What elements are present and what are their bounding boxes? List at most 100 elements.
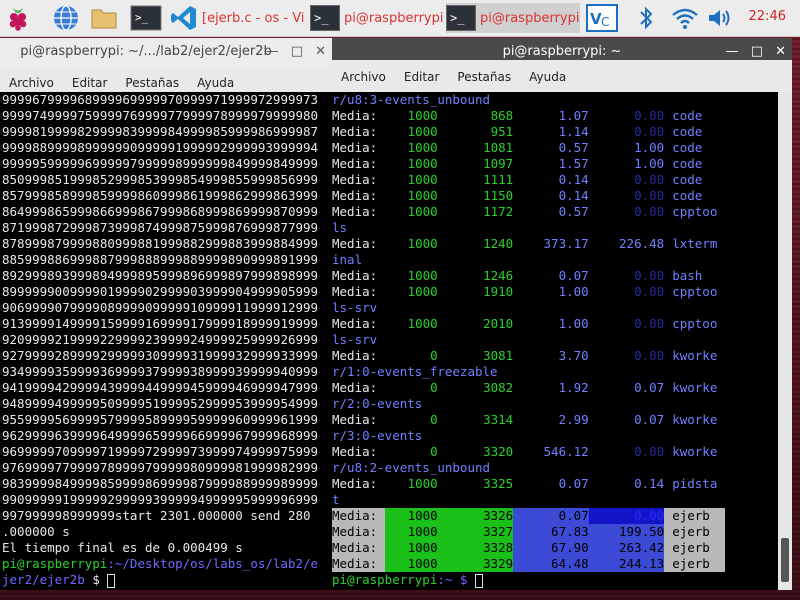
- web-browser-icon[interactable]: [52, 4, 80, 32]
- taskbar: >_ [ejerb.c - os - Vi... >_ pi@raspberry…: [0, 0, 800, 37]
- col-name: kworke: [672, 380, 718, 395]
- right-window-title: pi@raspberrypi: ~: [502, 44, 622, 59]
- menu-archivo[interactable]: Archivo: [0, 76, 63, 90]
- process-row: Media: 1000 3329 64.48 244.13 ejerb: [332, 556, 778, 572]
- col-label: Media:: [332, 524, 385, 540]
- menu-pestanas[interactable]: Pestañas: [448, 70, 520, 84]
- wrapped-line: inal: [332, 252, 778, 268]
- prompt-user: pi@raspberrypi: [2, 556, 108, 571]
- menu-pestanas[interactable]: Pestañas: [116, 76, 188, 90]
- col-pid: 3325: [483, 476, 514, 491]
- menu-ayuda[interactable]: Ayuda: [188, 76, 243, 90]
- col-a: 0.07: [513, 508, 589, 524]
- col-n: 0: [430, 444, 438, 459]
- terminal-line: El tiempo final es de 0.000499 s: [2, 540, 243, 555]
- menu-editar[interactable]: Editar: [63, 76, 117, 90]
- col-n: 1000: [384, 540, 438, 556]
- terminal-prompt-cont: jer2/ejer2b $: [2, 572, 332, 588]
- col-name: cpptoo: [672, 316, 718, 331]
- col-pid: 1081: [483, 140, 514, 155]
- vnc-icon[interactable]: V C: [586, 4, 618, 32]
- bluetooth-icon[interactable]: [636, 4, 656, 32]
- process-name-cont: ls: [332, 220, 348, 235]
- taskbar-terminal-task-1[interactable]: >_ pi@raspberrypi: ...: [310, 3, 444, 33]
- right-scrollbar[interactable]: [778, 92, 792, 590]
- clock[interactable]: 22:46: [749, 9, 786, 24]
- col-b: 0.00: [634, 188, 665, 203]
- col-name: pidsta: [672, 476, 718, 491]
- process-row: Media: 1000 1111 0.14 0.00 code: [332, 172, 778, 188]
- left-terminal-output[interactable]: 9999679999689999699999709999719999729999…: [0, 92, 332, 590]
- menu-archivo[interactable]: Archivo: [332, 70, 395, 84]
- process-name-cont: r/u8:2-events_unbound: [332, 460, 491, 475]
- terminal-line: 9279999289999299999309999319999329999339…: [2, 348, 319, 363]
- col-label: Media:: [332, 268, 378, 283]
- col-pid: 3320: [483, 444, 514, 459]
- process-row: Media: 1000 951 1.14 0.00 code: [332, 124, 778, 140]
- terminal-prompt: pi@raspberrypi:~ $: [332, 572, 778, 588]
- wrapped-line: r/u8:3-events_unbound: [332, 92, 778, 108]
- col-name: bash: [672, 268, 703, 283]
- col-name: code: [672, 188, 703, 203]
- taskbar-vscode-task[interactable]: [ejerb.c - os - Vi...: [170, 3, 306, 33]
- wifi-icon[interactable]: [670, 4, 700, 32]
- col-pid: 1097: [483, 156, 514, 171]
- col-a: 67.83: [513, 524, 589, 540]
- col-name: code: [672, 140, 703, 155]
- col-b: 0.00: [634, 348, 665, 363]
- left-titlebar[interactable]: pi@raspberrypi: ~/.../lab2/ejer2/ejer2b …: [0, 38, 332, 66]
- menu-editar[interactable]: Editar: [395, 70, 449, 84]
- col-b: 263.42: [588, 540, 665, 556]
- minimize-icon[interactable]: —: [266, 38, 279, 66]
- file-manager-icon[interactable]: [90, 4, 118, 32]
- col-b: 0.00: [634, 124, 665, 139]
- col-n: 1000: [407, 268, 438, 283]
- prompt-path-cont: jer2/ejer2b: [2, 572, 85, 587]
- col-label: Media:: [332, 156, 378, 171]
- maximize-icon[interactable]: □: [291, 38, 303, 66]
- terminal-icon: >_: [446, 5, 476, 31]
- terminal-launcher-icon[interactable]: >_: [130, 4, 162, 32]
- col-pid: 3326: [437, 508, 514, 524]
- process-row: Media: 1000 1097 1.57 1.00 code: [332, 156, 778, 172]
- terminal-line: 9999679999689999699999709999719999729999…: [2, 92, 319, 107]
- wrapped-line: t: [332, 492, 778, 508]
- left-window-title: pi@raspberrypi: ~/.../lab2/ejer2/ejer2b: [20, 44, 272, 59]
- process-row: Media: 1000 3327 67.83 199.50 ejerb: [332, 524, 778, 540]
- process-name-cont: r/1:0-events_freezable: [332, 364, 498, 379]
- raspberry-menu-icon[interactable]: [4, 4, 32, 32]
- col-b: 199.50: [588, 524, 665, 540]
- taskbar-terminal-task-2[interactable]: >_ pi@raspberrypi: ...: [446, 3, 580, 33]
- col-pid: 1240: [483, 236, 514, 251]
- right-terminal-window: pi@raspberrypi: ~ — □ ✕ Archivo Editar P…: [332, 38, 792, 590]
- process-row: Media: 0 3082 1.92 0.07 kworke: [332, 380, 778, 396]
- col-a: 0.57: [558, 140, 589, 155]
- col-pid: 1111: [483, 172, 514, 187]
- col-label: Media:: [332, 540, 385, 556]
- col-b: 0.07: [634, 412, 665, 427]
- col-n: 1000: [407, 316, 438, 331]
- col-n: 1000: [407, 140, 438, 155]
- col-name: kworke: [672, 444, 718, 459]
- col-label: Media:: [332, 476, 378, 491]
- taskbar-terminal-label-2: pi@raspberrypi: ...: [480, 10, 580, 26]
- terminal-line: 9999749999759999769999779999789999799999…: [2, 108, 319, 123]
- terminal-line: 9909999919999929999939999949999959999969…: [2, 492, 319, 507]
- col-b: 0.00: [634, 316, 665, 331]
- terminal-line: 9999819999829999839999849999859999869999…: [2, 124, 319, 139]
- col-pid: 3328: [437, 540, 514, 556]
- terminal-line: 997999998999999start 2301.000000 send 28…: [2, 508, 311, 523]
- vscode-icon: [171, 6, 196, 30]
- process-row: Media: 1000 1246 0.07 0.00 bash: [332, 268, 778, 284]
- col-n: 0: [430, 348, 438, 363]
- menu-ayuda[interactable]: Ayuda: [520, 70, 575, 84]
- process-row: Media: 1000 868 1.07 0.00 code: [332, 108, 778, 124]
- col-a: 373.17: [543, 236, 589, 251]
- right-menubar: Archivo Editar Pestañas Ayuda: [332, 60, 792, 94]
- right-terminal-output[interactable]: r/u8:3-events_unbound Media: 1000 868 1.07 0.…: [332, 92, 778, 590]
- prompt-path: :~/Desktop/os/labs_os/lab2/e: [107, 556, 319, 571]
- close-icon[interactable]: ✕: [315, 38, 326, 66]
- svg-text:>_: >_: [135, 11, 149, 24]
- volume-icon[interactable]: [706, 4, 736, 32]
- right-scrollbar-thumb[interactable]: [781, 538, 789, 582]
